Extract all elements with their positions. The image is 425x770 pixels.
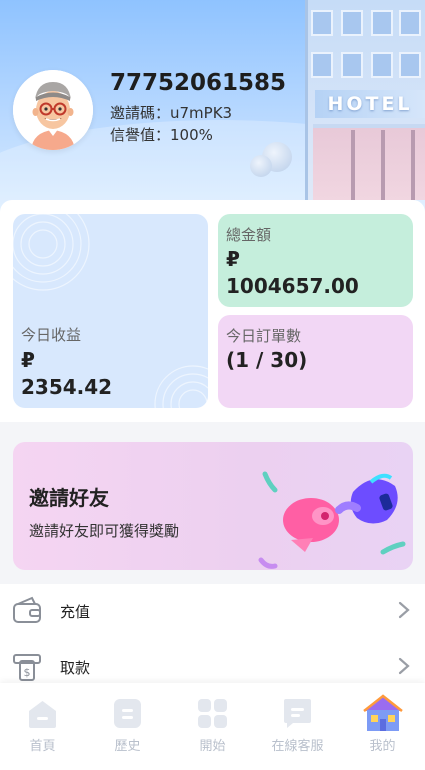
total-amount-value: 1004657.00 [226, 274, 359, 298]
invite-title: 邀請好友 [29, 486, 109, 510]
wallet-icon [13, 596, 41, 623]
hotel-building-illustration: HOTEL [285, 0, 425, 200]
invite-subtitle: 邀請好友即可獲得獎勵 [29, 522, 180, 540]
tab-online-support[interactable]: 在線客服 [255, 683, 340, 770]
home-icon [29, 701, 56, 728]
tree-decoration [250, 155, 272, 177]
chat-support-icon [284, 699, 311, 728]
today-income-card: 今日收益 ₽ 2354.42 [13, 214, 208, 408]
today-orders-value: (1 / 30) [226, 348, 308, 372]
credit-score: 信譽值：100% [110, 126, 213, 144]
bottom-tab-bar: 首頁 歷史 開始 在線客服 我的 [0, 683, 425, 770]
profile-header: HOTEL 77752061585 邀請碼：u7mPK3 信譽值：100% [0, 0, 425, 215]
handshake-illustration-icon [258, 471, 406, 569]
stats-panel: 今日收益 ₽ 2354.42 總金額 ₽ 1004657.00 今日訂單數 (1… [0, 200, 425, 422]
user-id: 77752061585 [110, 70, 287, 96]
tab-my-label: 我的 [369, 739, 396, 754]
total-amount-currency: ₽ [226, 247, 240, 271]
today-income-currency: ₽ [21, 348, 35, 372]
tab-home-label: 首頁 [29, 739, 56, 754]
today-orders-card: 今日訂單數 (1 / 30) [218, 315, 413, 408]
total-amount-label: 總金額 [226, 226, 272, 244]
menu-item-recharge-label: 充值 [60, 603, 91, 621]
tab-history[interactable]: 歷史 [85, 683, 170, 770]
withdraw-icon: $ [13, 654, 41, 681]
invite-friends-banner[interactable]: 邀請好友 邀請好友即可獲得獎勵 [13, 442, 413, 570]
tab-online-support-label: 在線客服 [271, 739, 324, 754]
tab-start[interactable]: 開始 [170, 683, 255, 770]
total-amount-card: 總金額 ₽ 1004657.00 [218, 214, 413, 307]
invite-code: 邀請碼：u7mPK3 [110, 104, 233, 122]
hotel-sign: HOTEL [315, 90, 425, 118]
account-menu: 充值 $ 取款 [0, 584, 425, 684]
avatar[interactable] [13, 70, 93, 150]
history-icon [114, 699, 141, 728]
tab-my[interactable]: 我的 [340, 683, 425, 770]
chevron-right-icon [398, 601, 410, 619]
today-income-label: 今日收益 [21, 326, 82, 344]
today-income-amount: 2354.42 [21, 375, 113, 399]
menu-item-recharge[interactable]: 充值 [0, 584, 425, 640]
tab-start-label: 開始 [199, 739, 226, 754]
tab-history-label: 歷史 [114, 739, 141, 754]
start-grid-icon [198, 699, 227, 728]
my-house-icon [363, 694, 403, 731]
chevron-right-icon [398, 657, 410, 675]
tab-home[interactable]: 首頁 [0, 683, 85, 770]
menu-item-withdraw-label: 取款 [60, 659, 91, 677]
svg-text:$: $ [24, 666, 31, 679]
avatar-character-icon [13, 70, 93, 150]
today-orders-label: 今日訂單數 [226, 327, 302, 345]
